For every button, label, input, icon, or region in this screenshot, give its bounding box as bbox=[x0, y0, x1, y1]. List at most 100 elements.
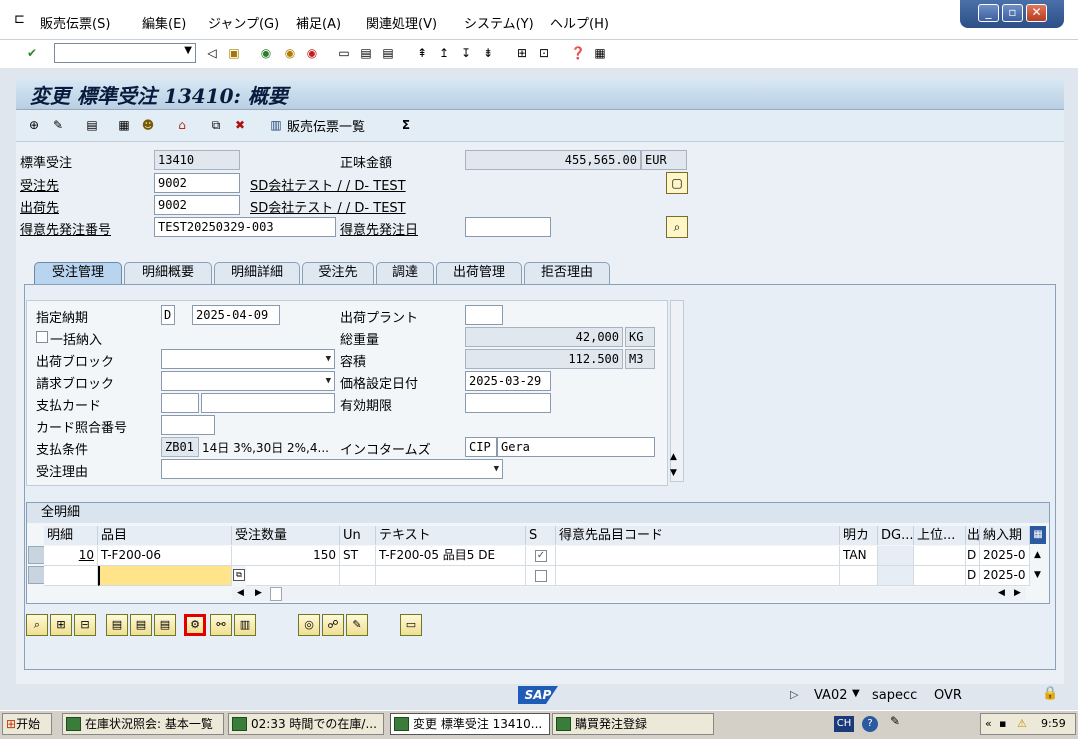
table-cell-customer-material[interactable] bbox=[556, 566, 840, 586]
configuration-button[interactable]: ⚙ bbox=[184, 614, 206, 636]
order-reason-dropdown[interactable] bbox=[161, 459, 503, 479]
sold-to-name[interactable]: SD会社テスト / / D- TEST bbox=[250, 175, 406, 194]
tray-expand-icon[interactable]: « bbox=[985, 714, 992, 734]
enter-icon[interactable]: ✔ bbox=[24, 45, 40, 61]
table-cell-delivery-date[interactable]: 2025-0 bbox=[980, 566, 1030, 586]
exit-icon[interactable]: ◉ bbox=[282, 45, 298, 61]
command-field[interactable]: ▼ bbox=[54, 43, 196, 63]
menu-goto[interactable]: ジャンプ(G) bbox=[208, 13, 279, 32]
delivery-date-field[interactable]: 2025-04-09 bbox=[192, 305, 280, 325]
table-cell-material-active[interactable] bbox=[98, 566, 232, 586]
incoterms-place-field[interactable]: Gera bbox=[497, 437, 655, 457]
search-icon[interactable]: ⌕ bbox=[666, 216, 688, 238]
tab-ordering-party[interactable]: 受注先 bbox=[302, 262, 374, 284]
shortcut-icon[interactable]: ⊡ bbox=[536, 45, 552, 61]
po-date-field[interactable] bbox=[465, 217, 551, 237]
sold-to-field[interactable]: 9002 bbox=[154, 173, 240, 193]
column-header-item-category[interactable]: 明カ bbox=[840, 526, 878, 545]
tab-procurement[interactable]: 調達 bbox=[376, 262, 434, 284]
table-cell-item-category[interactable]: TAN bbox=[840, 546, 878, 566]
column-header-schedule[interactable]: 出 bbox=[966, 526, 980, 545]
table-cell-item-category[interactable] bbox=[840, 566, 878, 586]
tab-reason-for-rejection[interactable]: 拒否理由 bbox=[524, 262, 610, 284]
table-cell-delivery-date[interactable]: 2025-0 bbox=[980, 546, 1030, 566]
menu-edit[interactable]: 編集(E) bbox=[142, 13, 186, 32]
back-icon[interactable]: ◉ bbox=[258, 45, 274, 61]
header-details-button[interactable]: ▢ bbox=[666, 172, 688, 194]
document-flow-button[interactable]: 販売伝票一覧 bbox=[287, 116, 365, 135]
lock-icon[interactable]: 🔒 bbox=[1042, 686, 1058, 701]
value-help-icon[interactable]: ⧉ bbox=[233, 569, 245, 581]
table-cell-quantity[interactable] bbox=[246, 566, 340, 586]
column-header-s[interactable]: S bbox=[526, 526, 556, 545]
taskbar-item-purchase-order[interactable]: 購買発注登録 bbox=[552, 713, 714, 735]
complete-delivery-checkbox[interactable] bbox=[36, 331, 48, 343]
table-cell-unit[interactable] bbox=[340, 566, 376, 586]
minimize-button[interactable]: _ bbox=[978, 4, 999, 22]
column-header-item[interactable]: 明細 bbox=[44, 526, 98, 545]
table-scroll-down-icon[interactable]: ▼ bbox=[1034, 570, 1041, 580]
taskbar-item-stock-overview[interactable]: 在庫状況照会: 基本一覧 bbox=[62, 713, 224, 735]
back-arrow-icon[interactable]: ◁ bbox=[204, 45, 220, 61]
table-scroll-up-icon[interactable]: ▲ bbox=[1034, 550, 1041, 560]
table-cell-higher-item[interactable] bbox=[914, 566, 966, 586]
tab-shipping[interactable]: 出荷管理 bbox=[436, 262, 522, 284]
table-cell-unit[interactable]: ST bbox=[340, 546, 376, 566]
layout-icon[interactable]: ▦ bbox=[592, 45, 608, 61]
pricing-button[interactable]: ▥ bbox=[234, 614, 256, 636]
status-checkbox[interactable]: ✓ bbox=[535, 550, 547, 562]
next-page-icon[interactable]: ↧ bbox=[458, 45, 474, 61]
taskbar-item-stock-time[interactable]: 02:33 時間での在庫/... bbox=[228, 713, 384, 735]
po-number-field[interactable]: TEST20250329-003 bbox=[154, 217, 336, 237]
incoterms-field[interactable]: CIP bbox=[465, 437, 497, 457]
save-icon[interactable]: ▣ bbox=[226, 45, 242, 61]
tab-item-detail[interactable]: 明細詳細 bbox=[214, 262, 300, 284]
payment-card-type-field[interactable] bbox=[161, 393, 199, 413]
table-hscroll-left[interactable] bbox=[232, 587, 1026, 601]
warning-icon[interactable]: ⚠ bbox=[1017, 714, 1027, 734]
table-cell-text[interactable] bbox=[376, 566, 526, 586]
scroll-down-icon[interactable]: ▼ bbox=[670, 468, 677, 478]
partner-button[interactable]: ☍ bbox=[322, 614, 344, 636]
menu-help[interactable]: ヘルプ(H) bbox=[550, 13, 609, 32]
select-all-button[interactable]: ▤ bbox=[106, 614, 128, 636]
status-checkbox[interactable] bbox=[535, 570, 547, 582]
language-indicator[interactable]: CH bbox=[834, 716, 854, 732]
menu-environment[interactable]: 関連処理(V) bbox=[366, 13, 437, 32]
column-header-unit[interactable]: Un bbox=[340, 526, 376, 545]
table-cell-higher-item[interactable] bbox=[914, 546, 966, 566]
table-cell-item[interactable] bbox=[44, 566, 98, 586]
column-header-customer-material[interactable]: 得意先品目コード bbox=[556, 526, 840, 545]
start-button[interactable]: ⊞开始 bbox=[2, 713, 52, 735]
deselect-all-button[interactable]: ▤ bbox=[154, 614, 176, 636]
table-settings-icon[interactable]: ▦ bbox=[1030, 526, 1046, 544]
copy-icon[interactable]: ⧉ bbox=[208, 117, 224, 133]
prev-page-icon[interactable]: ↥ bbox=[436, 45, 452, 61]
hscroll-left-icon[interactable]: ◀ bbox=[237, 588, 244, 598]
table-cell-material[interactable]: T-F200-06 bbox=[98, 546, 232, 566]
column-header-quantity[interactable]: 受注数量 bbox=[232, 526, 340, 545]
column-header-dg[interactable]: DG... bbox=[878, 526, 914, 545]
edit-button[interactable]: ✎ bbox=[346, 614, 368, 636]
tab-sales[interactable]: 受注管理 bbox=[34, 262, 122, 284]
table-cell-customer-material[interactable] bbox=[556, 546, 840, 566]
hscroll2-left-icon[interactable]: ◀ bbox=[998, 588, 1005, 598]
menu-icon[interactable]: ⊏ bbox=[14, 12, 25, 27]
delivery-date-type-field[interactable]: D bbox=[161, 305, 175, 325]
table-cell-text[interactable]: T-F200-05 品目5 DE bbox=[376, 546, 526, 566]
partner-icon[interactable]: ☻ bbox=[140, 117, 156, 133]
chevron-down-icon[interactable]: ▼ bbox=[852, 688, 860, 699]
ship-to-name[interactable]: SD会社テスト / / D- TEST bbox=[250, 197, 406, 216]
column-header-text[interactable]: テキスト bbox=[376, 526, 526, 545]
restore-button[interactable]: ▫ bbox=[1002, 4, 1023, 22]
help-icon[interactable]: ? bbox=[862, 716, 878, 732]
chevron-down-icon[interactable]: ▼ bbox=[184, 45, 192, 56]
menu-extras[interactable]: 補足(A) bbox=[296, 13, 341, 32]
item-details-button[interactable]: ⌕ bbox=[26, 614, 48, 636]
delivery-block-dropdown[interactable] bbox=[161, 349, 335, 369]
menu-sales-document[interactable]: 販売伝票(S) bbox=[40, 13, 110, 32]
table-cell-quantity[interactable]: 150 bbox=[232, 546, 340, 566]
pen-icon[interactable]: ✎ bbox=[890, 714, 900, 728]
find-icon[interactable]: ▤ bbox=[358, 45, 374, 61]
taskbar-item-change-order[interactable]: 変更 標準受注 13410... bbox=[390, 713, 550, 735]
